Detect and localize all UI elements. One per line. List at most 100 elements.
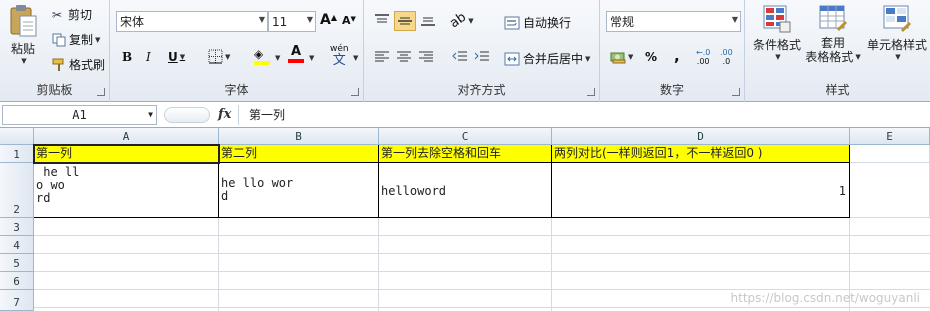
conditional-format-dropdown-icon[interactable]: ▼ bbox=[775, 53, 780, 61]
increase-indent-button[interactable] bbox=[474, 50, 490, 64]
decrease-decimal-icon: .00 bbox=[720, 48, 733, 57]
font-color-dropdown-icon[interactable]: ▼ bbox=[309, 54, 314, 62]
number-format-value: 常规 bbox=[610, 15, 635, 29]
font-size-select[interactable]: 11 ▼ bbox=[268, 11, 316, 32]
copy-dropdown-icon[interactable]: ▼ bbox=[95, 36, 100, 44]
cell-a1[interactable]: 第一列 bbox=[34, 145, 219, 163]
orientation-button[interactable]: ab ▼ bbox=[447, 10, 473, 32]
cell-d1[interactable]: 两列对比(一样则返回1，不一样返回0 ) bbox=[552, 145, 850, 163]
decrease-decimal-label: .0 bbox=[722, 57, 731, 66]
percent-button[interactable]: % bbox=[645, 50, 657, 64]
font-color-button[interactable]: A bbox=[288, 45, 304, 63]
format-as-table-button[interactable]: 套用 表格格式 ▼ bbox=[803, 4, 863, 64]
row-header-6[interactable]: 6 bbox=[0, 272, 34, 290]
fill-color-button[interactable]: ◈ bbox=[254, 47, 270, 65]
column-header-b[interactable]: B bbox=[219, 128, 379, 145]
cut-button[interactable]: ✂ 剪切 bbox=[52, 6, 92, 23]
cell-a2[interactable]: he ll o wo rd bbox=[34, 163, 219, 218]
conditional-format-button[interactable]: 条件格式 ▼ bbox=[749, 4, 805, 61]
grow-font-button[interactable]: A ▲ bbox=[320, 12, 337, 28]
phonetic-button[interactable]: wén 文 bbox=[330, 44, 349, 67]
format-as-table-dropdown-icon[interactable]: ▼ bbox=[855, 50, 860, 64]
number-group-label: 数字 bbox=[659, 83, 684, 97]
shrink-font-button[interactable]: A ▼ bbox=[342, 14, 356, 27]
worksheet-grid[interactable]: A B C D E 1 2 3 4 5 6 7 第一列 第二列 第一列去除空格和… bbox=[0, 128, 930, 311]
copy-icon bbox=[52, 33, 66, 46]
comma-button[interactable]: , bbox=[674, 47, 680, 65]
row-header-2[interactable]: 2 bbox=[0, 163, 34, 218]
underline-label: U bbox=[168, 50, 178, 64]
name-box-dropdown-icon[interactable]: ▼ bbox=[148, 106, 153, 124]
align-bottom-button[interactable] bbox=[420, 13, 436, 27]
format-painter-button[interactable]: 格式刷 bbox=[52, 56, 105, 73]
cell-d2[interactable]: 1 bbox=[552, 163, 850, 218]
column-header-e[interactable]: E bbox=[850, 128, 930, 145]
font-name-dropdown-icon[interactable]: ▼ bbox=[259, 15, 265, 24]
underline-button[interactable]: U ▼ bbox=[168, 50, 185, 64]
row-header-3[interactable]: 3 bbox=[0, 218, 34, 236]
cell-styles-dropdown-icon[interactable]: ▼ bbox=[895, 53, 900, 61]
font-color-icon: A bbox=[290, 44, 302, 59]
select-all-corner[interactable] bbox=[0, 128, 34, 145]
align-middle-button[interactable] bbox=[394, 11, 416, 31]
font-launcher-icon[interactable] bbox=[351, 88, 359, 96]
clipboard-launcher-icon[interactable] bbox=[97, 88, 105, 96]
number-format-select[interactable]: 常规 ▼ bbox=[606, 11, 741, 32]
fill-color-dropdown-icon[interactable]: ▼ bbox=[275, 54, 280, 62]
bold-button[interactable]: B bbox=[122, 50, 132, 64]
cell-b1[interactable]: 第二列 bbox=[219, 145, 379, 163]
decrease-decimal-button[interactable]: .00 .0 bbox=[720, 48, 733, 66]
row-header-4[interactable]: 4 bbox=[0, 236, 34, 254]
orientation-dropdown-icon[interactable]: ▼ bbox=[468, 17, 473, 25]
align-middle-icon bbox=[398, 17, 412, 25]
formula-bar-resize-handle[interactable] bbox=[164, 107, 210, 123]
border-button[interactable]: ▼ bbox=[208, 49, 230, 64]
increase-decimal-button[interactable]: ←.0 .00 bbox=[696, 48, 710, 66]
cell-b2[interactable]: he llo wor d bbox=[219, 163, 379, 218]
border-dropdown-icon[interactable]: ▼ bbox=[225, 53, 230, 61]
border-icon bbox=[208, 49, 223, 64]
conditional-format-label: 条件格式 bbox=[752, 38, 801, 52]
row-header-1[interactable]: 1 bbox=[0, 145, 34, 163]
column-header-a[interactable]: A bbox=[34, 128, 219, 145]
align-left-button[interactable] bbox=[374, 50, 390, 64]
cell-c1[interactable]: 第一列去除空格和回车 bbox=[379, 145, 552, 163]
column-header-d[interactable]: D bbox=[552, 128, 850, 145]
column-header-c[interactable]: C bbox=[379, 128, 552, 145]
comma-label: , bbox=[674, 47, 680, 65]
align-center-button[interactable] bbox=[396, 50, 412, 64]
number-launcher-icon[interactable] bbox=[732, 88, 740, 96]
italic-button[interactable]: I bbox=[146, 50, 151, 64]
currency-button[interactable]: ▼ bbox=[610, 50, 633, 64]
orientation-icon: ab bbox=[447, 9, 470, 32]
format-as-table-icon bbox=[819, 5, 848, 32]
paste-dropdown-icon[interactable]: ▼ bbox=[21, 57, 26, 65]
insert-function-button[interactable]: fx bbox=[218, 107, 231, 122]
paste-button[interactable]: 粘贴 ▼ bbox=[4, 4, 42, 65]
row-header-5[interactable]: 5 bbox=[0, 254, 34, 272]
decrease-indent-button[interactable] bbox=[452, 50, 468, 64]
copy-button[interactable]: 复制 ▼ bbox=[52, 31, 100, 48]
wrap-text-button[interactable]: 自动换行 bbox=[504, 14, 571, 31]
merge-center-button[interactable]: 合并后居中 ▼ bbox=[504, 50, 590, 67]
align-top-button[interactable] bbox=[374, 13, 390, 27]
formula-input[interactable]: 第一列 bbox=[238, 105, 928, 125]
cell-styles-button[interactable]: 单元格样式 ▼ bbox=[865, 4, 929, 61]
percent-label: % bbox=[645, 50, 658, 64]
clipboard-group: 粘贴 ▼ ✂ 剪切 复制 ▼ 格式刷 剪贴板 bbox=[0, 0, 110, 102]
currency-dropdown-icon[interactable]: ▼ bbox=[628, 53, 633, 61]
align-right-button[interactable] bbox=[418, 50, 434, 64]
row-header-7[interactable]: 7 bbox=[0, 290, 34, 311]
cell-e2[interactable] bbox=[850, 163, 930, 218]
cell-e1[interactable] bbox=[850, 145, 930, 163]
phonetic-dropdown-icon[interactable]: ▼ bbox=[353, 54, 358, 62]
merge-center-label: 合并后居中 bbox=[523, 52, 584, 66]
underline-dropdown-icon[interactable]: ▼ bbox=[180, 53, 185, 61]
font-size-dropdown-icon[interactable]: ▼ bbox=[307, 15, 313, 24]
cell-c2[interactable]: helloword bbox=[379, 163, 552, 218]
merge-center-dropdown-icon[interactable]: ▼ bbox=[585, 55, 590, 63]
font-name-select[interactable]: 宋体 ▼ bbox=[116, 11, 268, 32]
alignment-launcher-icon[interactable] bbox=[587, 88, 595, 96]
name-box[interactable]: A1 ▼ bbox=[2, 105, 157, 125]
number-format-dropdown-icon[interactable]: ▼ bbox=[732, 15, 738, 24]
